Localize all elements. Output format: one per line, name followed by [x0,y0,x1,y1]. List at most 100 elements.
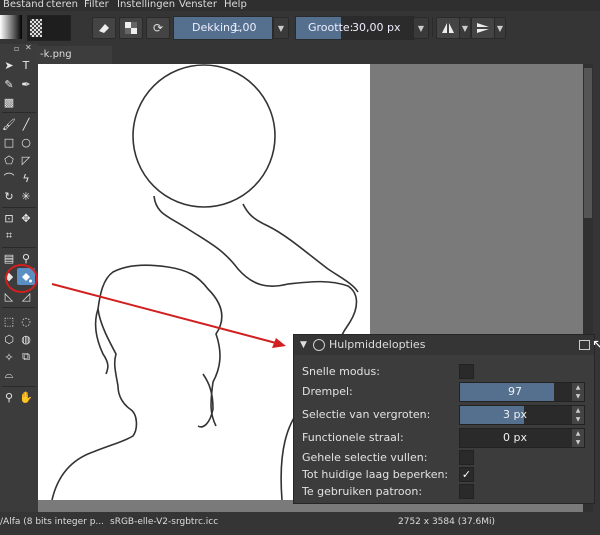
size-value: 30,00 px [352,21,401,34]
fill-selection-checkbox[interactable] [459,450,474,465]
use-pattern-label: Te gebruiken patroon: [302,485,423,498]
chevron-down-icon: ▼ [496,23,504,33]
dynamic-brush-tool-icon[interactable]: ↻ [1,189,17,203]
limit-layer-checkbox[interactable]: ✓ [459,467,474,482]
use-pattern-checkbox[interactable] [459,484,474,499]
contiguous-selection-tool-icon[interactable]: ✧ [1,350,17,364]
feather-label: Functionele straal: [302,431,404,444]
menu-window[interactable]: Venster [179,0,217,10]
float-icon[interactable]: ▫ [14,44,19,53]
transform-tool-icon[interactable]: ⊡ [1,211,17,225]
color-picker-tool-icon[interactable]: ⚲ [18,251,34,265]
fast-mode-label: Snelle modus: [302,365,380,378]
grow-selection-spinbox[interactable]: 3 px ▲ ▼ [459,405,585,425]
bezier-selection-tool-icon[interactable]: ⌓ [1,368,17,382]
ellipse-tool-icon[interactable]: ○ [18,135,34,149]
menu-file[interactable]: Bestand [3,0,44,10]
bezier-tool-icon[interactable]: ⌒ [1,171,17,185]
fast-mode-checkbox[interactable] [459,364,474,379]
menu-bar: Bestand cteren Filter Instellingen Venst… [0,0,600,11]
tool-options-icon [313,339,325,351]
float-panel-icon[interactable] [579,340,590,350]
document-tab[interactable]: -k.png [38,46,112,64]
move-tool-icon[interactable]: ✥ [18,211,34,225]
tool-options-panel: ▼ Hulpmiddelopties Snelle modus: Drempel… [293,334,595,504]
eraser-mode-button[interactable] [92,17,116,39]
chevron-down-icon: ▼ [277,23,285,33]
mirror-horizontal-button[interactable] [436,17,460,39]
menu-filter[interactable]: Filter [84,0,109,10]
opacity-value: 1,00 [232,21,257,34]
annotation-circle [5,264,38,293]
calligraphy-tool-icon[interactable]: ✒ [18,77,34,91]
status-bar: /Alfa (8 bits integer p... sRGB-elle-V2-… [0,512,600,535]
opacity-dropdown-button[interactable]: ▼ [273,17,289,39]
pattern-swatch[interactable] [27,15,71,41]
gradient-swatch[interactable] [0,15,22,39]
rectangular-selection-tool-icon[interactable]: ⬚ [1,314,17,328]
toolbox-divider [2,386,36,387]
menu-edit[interactable]: cteren [46,0,78,10]
polygonal-selection-tool-icon[interactable]: ⬡ [1,332,17,346]
select-shapes-tool-icon[interactable]: ➤ [1,58,17,72]
mirror-vertical-button[interactable] [471,17,495,39]
crop-tool-icon[interactable]: ⌗ [1,229,17,243]
mirror-horizontal-options[interactable]: ▼ [459,17,471,39]
document-tab-bar: -k.png [38,44,593,64]
threshold-spinbox[interactable]: 97 ▲ ▼ [459,382,585,402]
mirror-vertical-options[interactable]: ▼ [494,17,506,39]
toolbox-divider [2,207,36,208]
preserve-alpha-button[interactable] [119,17,143,39]
panel-title-bar[interactable]: ▼ Hulpmiddelopties [294,335,594,355]
close-icon[interactable]: ✕ [25,43,32,52]
scrollbar-thumb[interactable] [584,68,592,218]
opacity-slider[interactable]: Dekking: 1,00 [173,16,273,40]
feather-value: 0 px [503,431,527,444]
status-color-profile: sRGB-elle-V2-srgbtrc.icc [110,517,219,527]
menu-help[interactable]: Help [224,0,247,10]
rectangle-tool-icon[interactable]: □ [1,135,17,149]
elliptical-selection-tool-icon[interactable]: ◌ [18,314,34,328]
polyline-tool-icon[interactable]: ◸ [18,153,34,167]
size-dropdown-button[interactable]: ▼ [413,17,429,39]
polygon-tool-icon[interactable]: ⬠ [1,153,17,167]
reload-preset-button[interactable]: ⟳ [146,17,170,39]
line-tool-icon[interactable]: ╱ [18,117,34,131]
mirror-horizontal-icon [442,23,454,33]
threshold-value: 97 [508,385,522,398]
grow-selection-stepper-icon[interactable]: ▲ ▼ [572,406,584,424]
limit-layer-label: Tot huidige laag beperken: [302,468,449,481]
chevron-down-icon: ▼ [461,23,469,33]
menu-settings[interactable]: Instellingen [117,0,175,10]
grow-selection-label: Selectie van vergroten: [302,408,431,421]
freehand-brush-tool-icon[interactable]: 🖌 [1,117,17,131]
chevron-down-icon: ▼ [417,23,425,33]
freehand-path-tool-icon[interactable]: ϟ [18,171,34,185]
status-colorspace[interactable]: /Alfa (8 bits integer p... [0,512,104,532]
toolbar-divider [432,17,433,37]
gradient-tool-icon[interactable]: ▤ [1,251,17,265]
mirror-vertical-icon [477,23,489,33]
toolbox: ▫ ✕ ➤ T ✎ ✒ ▩ 🖌 ╱ □ ○ ⬠ ◸ ⌒ ϟ ↻ ✳ ⊡ ✥ ⌗ … [0,43,39,440]
reload-icon: ⟳ [152,21,164,35]
toolbox-divider [2,112,36,113]
size-slider[interactable]: Grootte: 30,00 px [295,16,414,40]
pan-tool-icon[interactable]: ✋ [18,390,34,404]
assistant-tool-icon[interactable]: ▩ [1,95,17,109]
grow-selection-value: 3 px [503,408,527,421]
fill-selection-label: Gehele selectie vullen: [302,451,428,464]
pattern-preview-icon [30,19,42,37]
edit-shapes-tool-icon[interactable]: ✎ [1,77,17,91]
eraser-icon [99,24,109,33]
multibrush-tool-icon[interactable]: ✳ [18,189,34,203]
feather-stepper-icon[interactable]: ▲ ▼ [572,429,584,447]
collapse-triangle-icon[interactable]: ▼ [300,335,307,355]
status-image-dimensions: 2752 x 3584 (37.6Mi) [398,517,496,527]
similar-color-selection-tool-icon[interactable]: ⧉ [18,350,34,364]
feather-spinbox[interactable]: 0 px ▲ ▼ [459,428,585,448]
toolbox-divider [2,247,36,248]
zoom-tool-icon[interactable]: ⚲ [1,390,17,404]
freehand-selection-tool-icon[interactable]: ◍ [18,332,34,346]
text-tool-icon[interactable]: T [18,58,34,72]
threshold-stepper-icon[interactable]: ▲ ▼ [572,383,584,401]
